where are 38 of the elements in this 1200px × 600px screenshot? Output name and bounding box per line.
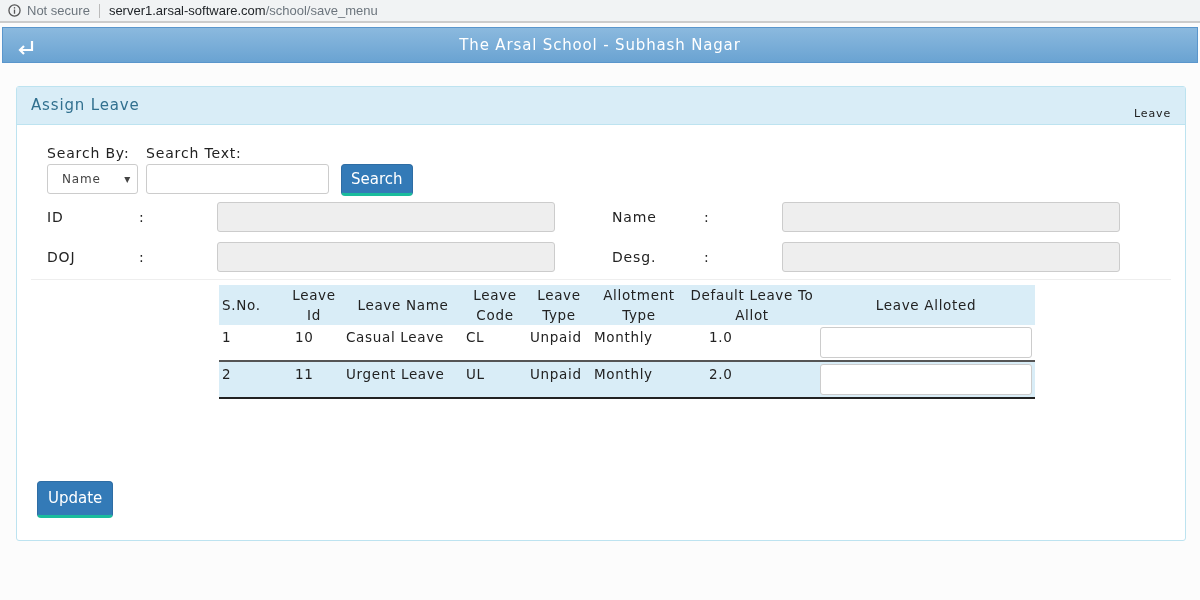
panel-title: Assign Leave xyxy=(31,95,140,117)
search-button[interactable]: Search xyxy=(341,163,413,196)
table-cell: 2 xyxy=(219,361,285,398)
security-label: Not secure xyxy=(27,1,90,20)
colon-label: : xyxy=(139,247,146,267)
table-cell: 11 xyxy=(285,361,343,398)
field-label: Name xyxy=(612,207,658,227)
field-label: DOJ xyxy=(47,247,77,267)
leave-alloted-field[interactable] xyxy=(820,364,1032,395)
column-header: Leave Type xyxy=(527,285,591,325)
update-button[interactable]: Update xyxy=(37,481,114,518)
column-header: S.No. xyxy=(219,285,285,325)
column-header: Leave Id xyxy=(285,285,343,325)
search-by-label: Search By: xyxy=(47,144,131,163)
return-arrow-icon[interactable] xyxy=(17,39,35,57)
table-cell: 2.0 xyxy=(687,361,817,398)
search-by-select[interactable]: Name ▾ xyxy=(47,164,138,194)
colon-label: : xyxy=(704,247,711,267)
address-bar-url[interactable]: server1.arsal-software.com/school/save_menu xyxy=(108,0,378,21)
table-cell: Unpaid xyxy=(527,361,591,398)
column-header: Leave Code xyxy=(463,285,527,325)
colon-label: : xyxy=(704,207,711,227)
field-label: Desg. xyxy=(612,247,658,267)
search-text-field[interactable] xyxy=(146,164,329,194)
table-cell: UL xyxy=(463,361,527,398)
column-header: Allotment Type xyxy=(591,285,687,325)
column-header: Leave Alloted xyxy=(817,285,1035,325)
table-cell: Urgent Leave xyxy=(343,361,463,398)
field-label: ID xyxy=(47,207,65,227)
info-icon[interactable] xyxy=(8,4,21,17)
column-header: Leave Name xyxy=(343,285,463,325)
colon-label: : xyxy=(139,207,146,227)
column-header: Default Leave To Allot xyxy=(687,285,817,325)
table-cell: Monthly xyxy=(591,361,687,398)
leave-alloted-field[interactable] xyxy=(820,327,1032,358)
search-text-label: Search Text: xyxy=(146,144,243,163)
breadcrumb: Leave xyxy=(1134,105,1171,122)
header-title: The Arsal School - Subhash Nagar xyxy=(458,34,742,56)
